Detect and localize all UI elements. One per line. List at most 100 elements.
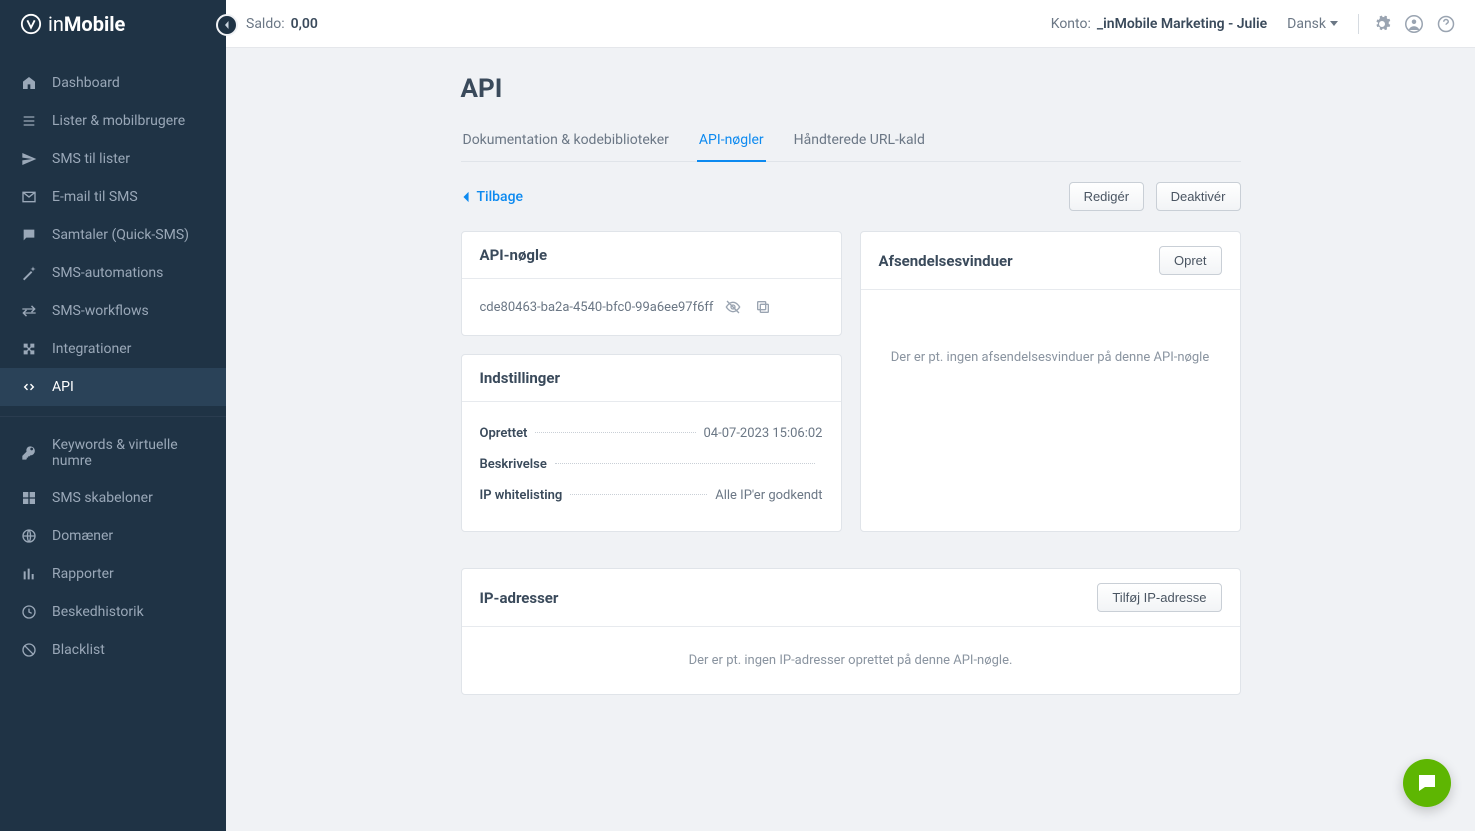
- nav-label: SMS-automations: [52, 265, 163, 281]
- nav-label: Lister & mobilbrugere: [52, 113, 185, 129]
- tab-documentation[interactable]: Dokumentation & kodebiblioteker: [461, 122, 671, 162]
- setting-created: Oprettet 04-07-2023 15:06:02: [480, 420, 823, 451]
- sidebar-collapse-button[interactable]: [216, 14, 238, 36]
- nav-label: Beskedhistorik: [52, 604, 144, 620]
- brand-text: inMobile: [48, 12, 125, 36]
- main: Saldo: 0,00 Konto: _inMobile Marketing -…: [226, 0, 1475, 831]
- api-key-value: cde80463-ba2a-4540-bfc0-99a6ee97f6ff: [480, 300, 714, 315]
- nav-workflows[interactable]: SMS-workflows: [0, 292, 226, 330]
- toggle-visibility-button[interactable]: [723, 297, 743, 317]
- brand-icon: [20, 13, 42, 35]
- nav-blacklist[interactable]: Blacklist: [0, 631, 226, 669]
- eye-off-icon: [725, 299, 741, 315]
- settings-button[interactable]: [1373, 15, 1391, 33]
- topbar: Saldo: 0,00 Konto: _inMobile Marketing -…: [226, 0, 1475, 48]
- nav-primary: Dashboard Lister & mobilbrugere SMS til …: [0, 48, 226, 669]
- grid-icon: [20, 489, 38, 507]
- nav-dashboard[interactable]: Dashboard: [0, 64, 226, 102]
- edit-button[interactable]: Redigér: [1069, 182, 1145, 211]
- help-icon: [1437, 15, 1455, 33]
- chat-bubble-icon: [1415, 771, 1439, 795]
- nav-templates[interactable]: SMS skabeloner: [0, 479, 226, 517]
- sending-windows-card: Afsendelsesvinduer Opret Der er pt. inge…: [860, 231, 1241, 532]
- tab-api-keys[interactable]: API-nøgler: [697, 122, 766, 162]
- saldo-value: 0,00: [291, 16, 318, 32]
- chart-icon: [20, 565, 38, 583]
- puzzle-icon: [20, 340, 38, 358]
- key-icon: [20, 444, 38, 462]
- saldo: Saldo: 0,00: [246, 16, 318, 32]
- setting-description: Beskrivelse: [480, 451, 823, 482]
- nav-keywords[interactable]: Keywords & virtuelle numre: [0, 427, 226, 479]
- saldo-label: Saldo:: [246, 16, 285, 32]
- divider: [1358, 14, 1359, 34]
- settings-card: Indstillinger Oprettet 04-07-2023 15:06:…: [461, 354, 842, 532]
- arrows-icon: [20, 302, 38, 320]
- send-icon: [20, 150, 38, 168]
- language-label: Dansk: [1287, 16, 1326, 32]
- nav-lists[interactable]: Lister & mobilbrugere: [0, 102, 226, 140]
- nav-reports[interactable]: Rapporter: [0, 555, 226, 593]
- nav-label: Integrationer: [52, 341, 131, 357]
- nav-email-sms[interactable]: E-mail til SMS: [0, 178, 226, 216]
- back-label: Tilbage: [477, 189, 524, 205]
- list-icon: [20, 112, 38, 130]
- wand-icon: [20, 264, 38, 282]
- globe-icon: [20, 527, 38, 545]
- gear-icon: [1373, 15, 1391, 33]
- nav-conversations[interactable]: Samtaler (Quick-SMS): [0, 216, 226, 254]
- copy-icon: [755, 299, 771, 315]
- nav-history[interactable]: Beskedhistorik: [0, 593, 226, 631]
- code-icon: [20, 378, 38, 396]
- setting-label: Beskrivelse: [480, 457, 547, 472]
- nav-label: Domæner: [52, 528, 113, 544]
- language-select[interactable]: Dansk: [1281, 16, 1344, 32]
- user-icon: [1405, 15, 1423, 33]
- nav-label: E-mail til SMS: [52, 189, 138, 205]
- nav-api[interactable]: API: [0, 368, 226, 406]
- setting-ip-whitelist: IP whitelisting Alle IP'er godkendt: [480, 482, 823, 513]
- nav-divider: [0, 416, 226, 417]
- profile-button[interactable]: [1405, 15, 1423, 33]
- actions-row: Tilbage Redigér Deaktivér: [461, 182, 1241, 211]
- sidebar: inMobile Dashboard Lister & mobilbrugere…: [0, 0, 226, 831]
- back-link[interactable]: Tilbage: [461, 189, 524, 205]
- nav-label: SMS skabeloner: [52, 490, 153, 506]
- nav-sms-lists[interactable]: SMS til lister: [0, 140, 226, 178]
- settings-title: Indstillinger: [462, 355, 841, 402]
- nav-domains[interactable]: Domæner: [0, 517, 226, 555]
- nav-label: API: [52, 379, 74, 395]
- create-window-button[interactable]: Opret: [1159, 246, 1222, 275]
- account-label: Konto:: [1051, 16, 1091, 32]
- mail-icon: [20, 188, 38, 206]
- content: API Dokumentation & kodebiblioteker API-…: [226, 48, 1475, 831]
- nav-label: SMS til lister: [52, 151, 130, 167]
- nav-label: Dashboard: [52, 75, 120, 91]
- deactivate-button[interactable]: Deaktivér: [1156, 182, 1241, 211]
- copy-button[interactable]: [753, 297, 773, 317]
- setting-label: Oprettet: [480, 426, 528, 441]
- clock-icon: [20, 603, 38, 621]
- help-button[interactable]: [1437, 15, 1455, 33]
- tabs: Dokumentation & kodebiblioteker API-nøgl…: [461, 122, 1241, 162]
- account-name: _inMobile Marketing - Julie: [1097, 16, 1267, 32]
- nav-automations[interactable]: SMS-automations: [0, 254, 226, 292]
- setting-value: 04-07-2023 15:06:02: [704, 426, 823, 441]
- tab-url-calls[interactable]: Håndterede URL-kald: [792, 122, 927, 162]
- ip-title: IP-adresser: [480, 589, 559, 607]
- windows-empty-message: Der er pt. ingen afsendelsesvinduer på d…: [861, 290, 1240, 425]
- setting-value: Alle IP'er godkendt: [715, 488, 822, 503]
- ban-icon: [20, 641, 38, 659]
- chat-widget-button[interactable]: [1403, 759, 1451, 807]
- add-ip-button[interactable]: Tilføj IP-adresse: [1097, 583, 1221, 612]
- chat-icon: [20, 226, 38, 244]
- windows-title: Afsendelsesvinduer: [879, 252, 1013, 270]
- nav-integrations[interactable]: Integrationer: [0, 330, 226, 368]
- nav-label: Samtaler (Quick-SMS): [52, 227, 189, 243]
- api-key-row: cde80463-ba2a-4540-bfc0-99a6ee97f6ff: [480, 297, 823, 317]
- account-info: Konto: _inMobile Marketing - Julie: [1051, 16, 1267, 32]
- nav-label: Rapporter: [52, 566, 114, 582]
- chevron-left-icon: [461, 191, 471, 203]
- nav-label: SMS-workflows: [52, 303, 149, 319]
- brand-logo[interactable]: inMobile: [0, 0, 226, 48]
